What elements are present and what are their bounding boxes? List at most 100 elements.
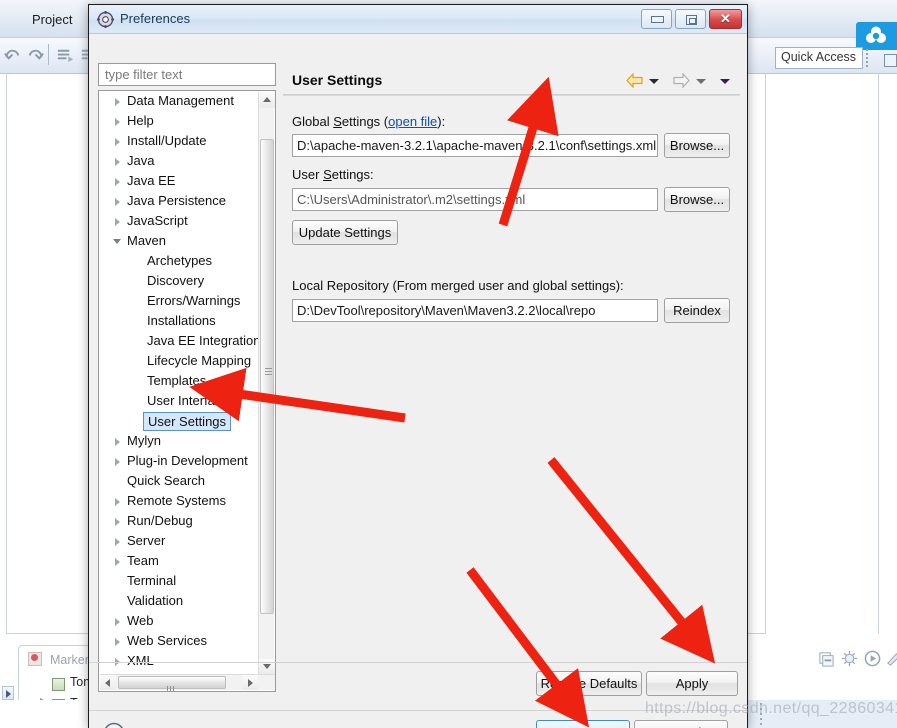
tree-item-mylyn[interactable]: Mylyn [99, 431, 259, 451]
tree-item-install-update[interactable]: Install/Update [99, 131, 259, 151]
minimize-button[interactable] [641, 9, 672, 29]
cloud-sync-badge[interactable] [856, 22, 897, 50]
open-perspective-button[interactable] [884, 54, 897, 67]
tree-item-errors-warnings[interactable]: Errors/Warnings [99, 291, 259, 311]
progress-icon[interactable] [885, 650, 897, 667]
chevron-right-icon[interactable] [115, 198, 120, 206]
reindex-button[interactable]: Reindex [664, 298, 730, 323]
tree-item-user-interface[interactable]: User Interface [99, 391, 259, 411]
undo-icon[interactable] [3, 46, 22, 65]
status-grip[interactable] [760, 703, 762, 728]
forward-history-chevron-down-icon[interactable] [696, 79, 706, 84]
dialog-title-bar[interactable]: Preferences ✕ [89, 5, 747, 34]
tree-item-team[interactable]: Team [99, 551, 259, 571]
chevron-right-icon[interactable] [115, 178, 120, 186]
tree-item-run-debug[interactable]: Run/Debug [99, 511, 259, 531]
back-arrow-icon[interactable] [626, 73, 643, 88]
user-settings-input[interactable]: C:\Users\Administrator\.m2\settings.xml [292, 188, 658, 211]
preferences-tree[interactable]: Data Management Help Install/Update Java Jav… [98, 90, 276, 692]
tree-item-label: Java [127, 153, 155, 168]
tree-item-terminal[interactable]: Terminal [99, 571, 259, 591]
close-icon: ✕ [720, 11, 731, 26]
menu-item-project[interactable]: Project [32, 12, 72, 27]
chevron-right-icon[interactable] [115, 438, 120, 446]
tree-item-maven[interactable]: Maven [99, 231, 259, 251]
tree-item-web[interactable]: Web [99, 611, 259, 631]
local-repository-input[interactable]: D:\DevTool\repository\Maven\Maven3.2.2\l… [292, 299, 658, 322]
tree-item-javascript[interactable]: JavaScript [99, 211, 259, 231]
restore-view-icon[interactable] [818, 650, 835, 667]
tree-horizontal-scrollbar[interactable] [100, 674, 275, 691]
user-settings-browse-button[interactable]: Browse... [664, 187, 730, 212]
user-settings-label: User Settings: [292, 167, 374, 182]
tree-item-lifecycle-mapping[interactable]: Lifecycle Mapping [99, 351, 259, 371]
tree-item-templates[interactable]: Templates [99, 371, 259, 391]
chevron-right-icon[interactable] [115, 98, 120, 106]
run-last-icon[interactable] [56, 46, 75, 65]
tree-item-xml[interactable]: XML [99, 651, 259, 671]
chevron-right-icon[interactable] [115, 518, 120, 526]
chevron-right-icon[interactable] [115, 118, 120, 126]
maximize-button[interactable] [675, 9, 706, 29]
chevron-right-icon[interactable] [115, 458, 120, 466]
tree-item-java-ee[interactable]: Java EE [99, 171, 259, 191]
us-label-mnemonic: S [323, 167, 332, 182]
tree-item-discovery[interactable]: Discovery [99, 271, 259, 291]
restore-defaults-button[interactable]: Restore Defaults [536, 671, 642, 696]
scroll-right-icon[interactable] [242, 675, 258, 690]
chevron-right-icon[interactable] [115, 498, 120, 506]
chevron-right-icon[interactable] [115, 538, 120, 546]
page-menu-chevron-down-icon[interactable] [720, 79, 730, 84]
cancel-button[interactable]: Cancel [634, 720, 728, 728]
filter-input[interactable]: type filter text [98, 63, 276, 86]
page-header: User Settings [283, 63, 740, 95]
tree-item-archetypes[interactable]: Archetypes [99, 251, 259, 271]
chevron-right-icon[interactable] [115, 158, 120, 166]
tree-item-server[interactable]: Server [99, 531, 259, 551]
quick-access-grip[interactable] [866, 49, 870, 67]
scroll-left-icon[interactable] [100, 675, 116, 690]
dialog-body: type filter text Data Management Help Inst… [89, 34, 747, 728]
debug-icon[interactable] [841, 650, 858, 667]
global-settings-input[interactable]: D:\apache-maven-3.2.1\apache-maven-3.2.1… [292, 134, 658, 157]
tree-item-java-ee-integration[interactable]: Java EE Integration [99, 331, 260, 351]
forward-arrow-icon[interactable] [673, 73, 690, 88]
back-history-chevron-down-icon[interactable] [649, 79, 659, 84]
apply-button[interactable]: Apply [646, 671, 738, 696]
tree-item-help[interactable]: Help [99, 111, 259, 131]
tree-item-installations[interactable]: Installations [99, 311, 259, 331]
tree-item-web-services[interactable]: Web Services [99, 631, 259, 651]
scroll-up-icon[interactable] [259, 92, 275, 108]
gs-label-mnemonic: S [333, 114, 342, 129]
redo-icon[interactable] [26, 46, 45, 65]
server-icon [52, 678, 65, 691]
help-question-icon[interactable]: ? [103, 722, 125, 728]
tree-item-remote-systems[interactable]: Remote Systems [99, 491, 259, 511]
run-icon[interactable] [864, 650, 881, 667]
tree-item-java-persistence[interactable]: Java Persistence [99, 191, 259, 211]
chevron-right-icon[interactable] [115, 218, 120, 226]
tree-item-plug-in-development[interactable]: Plug-in Development [99, 451, 259, 471]
open-file-link[interactable]: open file [388, 114, 437, 129]
global-settings-browse-button[interactable]: Browse... [664, 133, 730, 158]
preferences-dialog: Preferences ✕ type filter text Data Mana… [88, 4, 748, 728]
tree-vertical-scrollbar[interactable] [258, 92, 275, 675]
restore-view-arrow[interactable] [2, 686, 14, 700]
close-button[interactable]: ✕ [709, 9, 742, 29]
tree-hscrollbar-thumb[interactable] [118, 676, 226, 691]
chevron-right-icon[interactable] [115, 138, 120, 146]
chevron-right-icon[interactable] [115, 618, 120, 626]
tree-item-label: JavaScript [127, 213, 188, 228]
tree-item-java[interactable]: Java [99, 151, 259, 171]
chevron-right-icon[interactable] [115, 558, 120, 566]
chevron-down-icon[interactable] [113, 239, 121, 248]
quick-access-input[interactable]: Quick Access [775, 47, 863, 69]
tree-item-data-management[interactable]: Data Management [99, 91, 259, 111]
tree-item-quick-search[interactable]: Quick Search [99, 471, 259, 491]
ok-button[interactable]: OK [536, 720, 630, 728]
update-settings-button[interactable]: Update Settings [292, 220, 398, 245]
tree-scrollbar-thumb[interactable] [260, 139, 274, 614]
tree-item-validation[interactable]: Validation [99, 591, 259, 611]
chevron-right-icon[interactable] [115, 638, 120, 646]
tree-item-user-settings[interactable]: User Settings [99, 411, 259, 431]
